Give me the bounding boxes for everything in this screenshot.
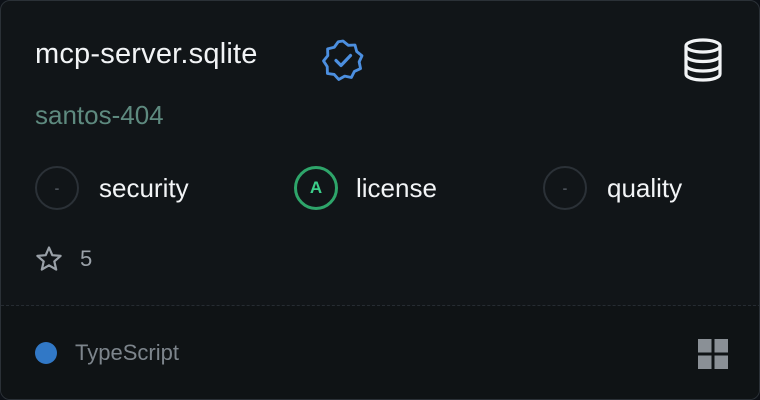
server-name[interactable]: mcp-server.sqlite: [35, 37, 258, 72]
windows-icon: [698, 339, 728, 369]
database-icon: [684, 38, 722, 82]
license-label: license: [356, 172, 437, 203]
score-security: - security: [35, 164, 189, 212]
quality-label: quality: [607, 172, 683, 203]
star-count-group: 5: [35, 244, 92, 274]
language-indicator: TypeScript: [35, 339, 179, 367]
quality-grade-badge: -: [543, 166, 587, 210]
star-count: 5: [80, 246, 93, 271]
verified-badge-icon: [322, 39, 364, 81]
security-grade-badge: -: [35, 166, 79, 210]
language-color-dot: [35, 342, 57, 364]
score-row: - security A license - quality: [1, 164, 759, 212]
license-grade-badge: A: [294, 166, 338, 210]
star-icon: [36, 246, 62, 271]
language-name: TypeScript: [75, 340, 179, 365]
security-label: security: [99, 172, 189, 203]
score-license: A license: [294, 164, 437, 212]
owner-name[interactable]: santos-404: [35, 100, 164, 131]
card-footer: TypeScript: [1, 306, 759, 399]
score-quality: - quality: [543, 164, 682, 212]
server-card[interactable]: mcp-server.sqlite santos-404 - security …: [0, 0, 760, 400]
